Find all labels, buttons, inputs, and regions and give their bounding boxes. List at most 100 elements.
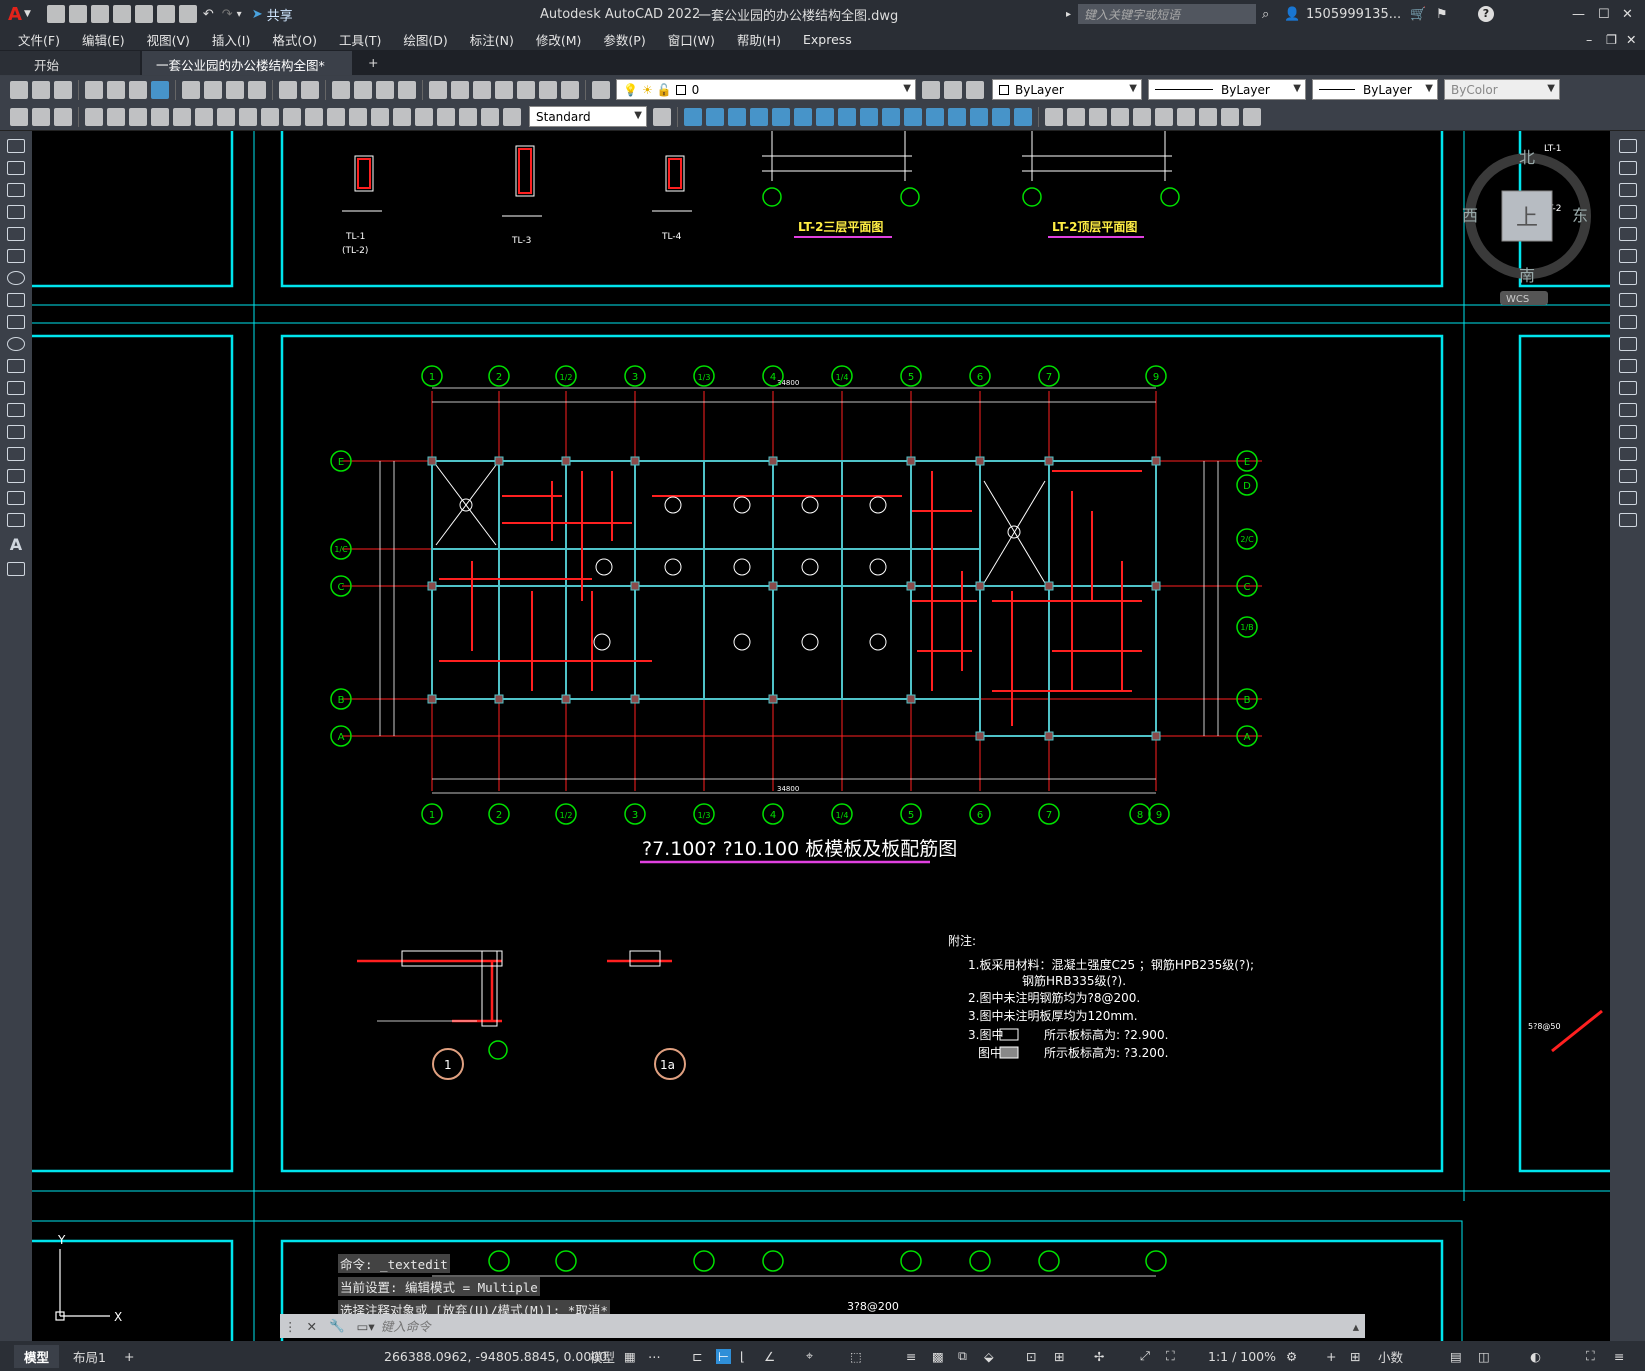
arc-icon[interactable] [7,249,25,263]
search-expand-icon[interactable]: ▸ [1066,9,1071,20]
revision-cloud-icon[interactable] [7,293,25,307]
dim-arc-icon[interactable] [129,107,147,126]
ellipse-icon[interactable] [7,337,25,351]
doc-close-icon[interactable]: ✕ [1626,32,1636,47]
new-layout-button[interactable]: + [124,1349,134,1364]
dim-break-icon[interactable] [349,107,367,126]
modify-array-icon[interactable] [772,107,790,126]
new-file-icon[interactable] [46,5,65,23]
circle-icon[interactable] [7,271,25,285]
plotstyle-dropdown[interactable]: ByColor ▼ [1444,79,1560,100]
menu-item-insert[interactable]: 插入(I) [212,30,250,49]
layer-dropdown[interactable]: 💡 ☀ 🔓 0 ▼ [616,79,916,100]
print-icon[interactable] [178,5,197,23]
layer-properties-icon[interactable] [592,80,610,99]
paste-icon[interactable] [226,80,244,99]
add-icon[interactable]: + [1326,1349,1336,1364]
dynamic-ucs-icon[interactable]: ⬚ [850,1349,862,1364]
units-dropdown[interactable]: 小数 [1378,1347,1403,1366]
user-icon[interactable]: 👤 [1284,7,1300,22]
draw-order-above-icon[interactable] [1089,107,1107,126]
dim-text-edit-icon[interactable] [481,107,499,126]
menu-item-express[interactable]: Express [803,32,852,47]
copy-icon[interactable] [204,80,222,99]
modify-join-icon[interactable] [948,107,966,126]
modify-rotate-icon[interactable] [816,107,834,126]
annotation-scale-icon[interactable]: ⛶ [1166,1348,1175,1364]
layer-states-icon[interactable] [966,80,984,99]
qnew-icon[interactable] [10,80,28,99]
3d-dwf-icon[interactable] [151,80,169,99]
trim-icon[interactable] [1618,337,1637,351]
dim-jogged-icon[interactable] [195,107,213,126]
object-snap-tracking-icon[interactable]: ∠ [764,1349,775,1364]
open-icon[interactable] [32,80,50,99]
maximize-window-icon[interactable]: ☐ [1598,7,1610,22]
publish-icon[interactable] [129,80,147,99]
search-icon[interactable]: ⌕ [1262,7,1269,22]
design-center-icon[interactable] [451,80,469,99]
save-as-icon[interactable] [112,5,131,23]
layout-tab-1[interactable]: 布局1 [73,1347,106,1366]
modify-extend-icon[interactable] [904,107,922,126]
fillet-icon[interactable] [1618,469,1637,483]
rectangle-icon[interactable] [7,227,25,241]
quick-dim-icon[interactable] [261,107,279,126]
dim-update-icon[interactable] [503,107,521,126]
properties-icon[interactable] [429,80,447,99]
block-icon[interactable] [32,107,50,126]
modify-copy-icon[interactable] [706,107,724,126]
zoom-realtime-icon[interactable] [354,80,372,99]
join-icon[interactable] [1618,425,1637,439]
gradient-icon[interactable] [7,469,25,483]
autodesk-app-icon[interactable]: ⚑ [1436,7,1448,22]
command-customize-icon[interactable]: 🔧 [329,1318,345,1334]
zoom-window-icon[interactable] [376,80,394,99]
viewcube[interactable]: 上 北 南 西 东 WCS [1462,148,1591,305]
command-prompt-icon[interactable]: ▭▾ [357,1319,375,1334]
share-button[interactable]: 共享 [267,5,293,24]
command-input[interactable] [380,1316,1353,1336]
cart-icon[interactable]: 🛒 [1410,7,1426,22]
undo-toolbar-icon[interactable] [279,80,297,99]
polar-toggle-icon[interactable]: ⊢ [716,1348,731,1364]
dim-linear-icon[interactable] [85,107,103,126]
gizmo-icon[interactable]: ⊞ [1054,1349,1064,1364]
calculator-icon[interactable] [539,80,557,99]
modify-explode-icon[interactable] [1014,107,1032,126]
make-block-icon[interactable] [7,403,25,417]
point-icon[interactable] [7,425,25,439]
autocad-logo-icon[interactable]: A [8,4,22,25]
erase-icon[interactable] [1618,139,1637,153]
draw-order-front-icon[interactable] [1045,107,1063,126]
tab-document[interactable]: 一套公业园的办公楼结构全图* ✕ [142,51,352,89]
draw-order-dim-icon[interactable] [1221,107,1239,126]
graphics-performance-icon[interactable]: ◐ [1530,1349,1541,1364]
multiline-text-icon[interactable]: A [0,535,32,554]
save-icon-2[interactable] [54,80,72,99]
customize-qat-icon[interactable]: ▾ [237,9,242,20]
modify-trim-icon[interactable] [882,107,900,126]
doc-restore-icon[interactable]: ❐ [1606,32,1617,47]
dim-diameter-icon[interactable] [217,107,235,126]
undo-icon[interactable]: ↶ [203,7,214,22]
dim-aligned-icon[interactable] [107,107,125,126]
dynamic-input-icon[interactable]: ⊡ [1026,1349,1036,1364]
pan-icon[interactable] [332,80,350,99]
tab-start[interactable]: 开始 [0,51,140,75]
grid-toggle-icon[interactable]: ▦ [624,1349,636,1364]
rotate-icon[interactable] [1618,271,1637,285]
polygon-icon[interactable] [7,205,25,219]
draw-order-back-icon[interactable] [1067,107,1085,126]
viewcube-east[interactable]: 东 [1572,206,1588,225]
menu-item-help[interactable]: 帮助(H) [737,30,781,49]
attribute-icon[interactable] [54,107,72,126]
markup-icon[interactable] [517,80,535,99]
dim-edit-icon[interactable] [459,107,477,126]
ellipse-arc-icon[interactable] [7,359,25,373]
draw-order-all-icon[interactable] [1199,107,1217,126]
open-file-icon[interactable] [68,5,87,23]
scale-icon[interactable] [1618,293,1637,307]
close-window-icon[interactable]: ✕ [1622,7,1633,22]
snap-toggle-icon[interactable]: ⋯ [648,1349,661,1364]
